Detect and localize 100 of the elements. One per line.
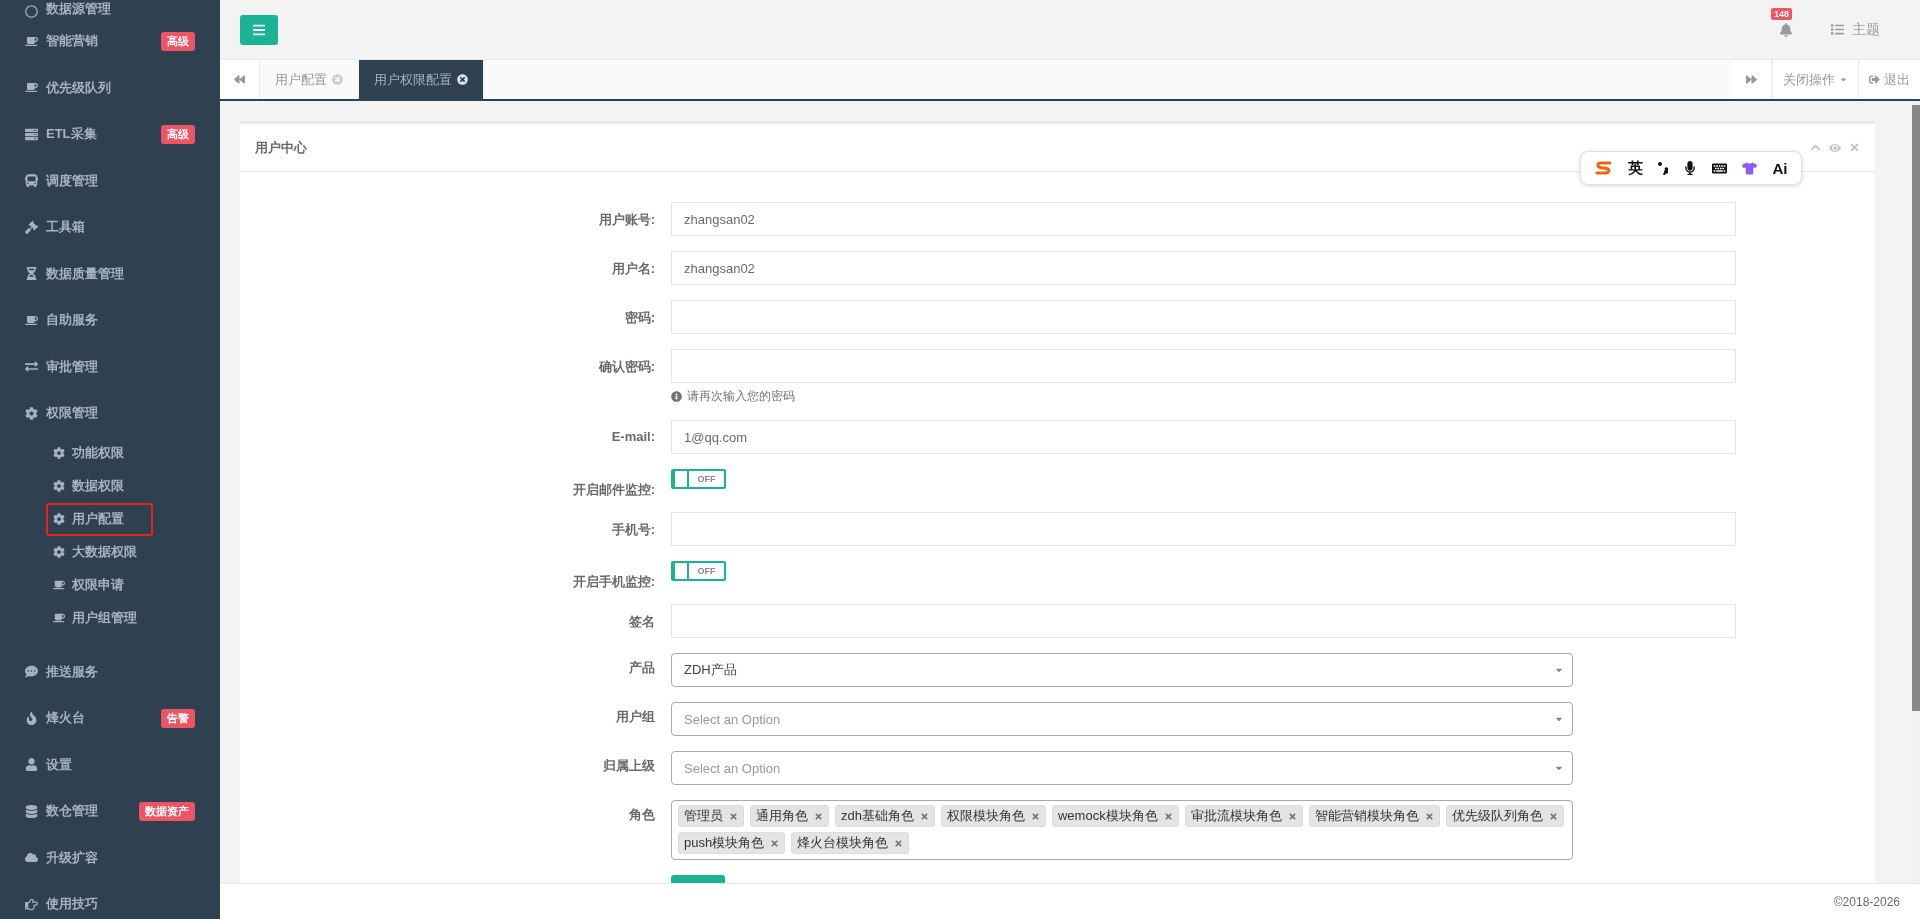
remove-icon[interactable]: [894, 838, 904, 848]
nav-subitem[interactable]: 大数据权限: [46, 535, 153, 569]
nav-subitem[interactable]: 用户组管理: [46, 601, 153, 635]
flame-icon: [25, 711, 38, 725]
menu-icon: [252, 22, 266, 37]
nav-subitem[interactable]: 用户配置: [46, 502, 153, 536]
field-label: 签名: [628, 613, 655, 631]
close-menu-button[interactable]: 关闭操作: [1772, 60, 1858, 99]
page-tab[interactable]: 用户权限配置: [359, 60, 484, 99]
nav-item[interactable]: 设置: [0, 741, 220, 788]
remove-icon[interactable]: [814, 811, 823, 821]
nav-subitem[interactable]: 数据权限: [46, 469, 153, 503]
database-icon: [25, 804, 38, 818]
remove-icon[interactable]: [1287, 811, 1297, 821]
field-label: 角色: [628, 806, 655, 824]
nav-item[interactable]: 使用技巧: [0, 881, 220, 919]
nav-item[interactable]: 权限管理: [0, 390, 220, 437]
text-field[interactable]: [671, 300, 1736, 334]
nav-subitem[interactable]: 权限申请: [46, 568, 153, 602]
forward-icon: [1746, 74, 1757, 85]
toggle-switch[interactable]: OFF: [671, 469, 726, 489]
scroll-left-button[interactable]: [220, 60, 260, 99]
cloud-icon: [25, 851, 38, 865]
text-field[interactable]: 1@qq.com: [671, 420, 1736, 454]
user-icon: [25, 758, 38, 772]
tag-label: 优先级队列角色: [1451, 807, 1543, 825]
punctuation-icon[interactable]: [1657, 161, 1668, 175]
nav-item[interactable]: 数据质量管理: [0, 250, 220, 297]
nav-item[interactable]: 工具箱: [0, 204, 220, 251]
select-field[interactable]: ZDH产品: [671, 653, 1573, 687]
language-mode[interactable]: 英: [1627, 158, 1643, 178]
remove-icon[interactable]: [1163, 811, 1173, 821]
select-field[interactable]: Select an Option: [671, 702, 1573, 736]
remove-icon[interactable]: [919, 811, 929, 821]
field-label: 用户名:: [610, 260, 655, 278]
menu-button[interactable]: [240, 14, 278, 45]
nav-badge: 数据资产: [139, 801, 195, 821]
server-icon: [25, 127, 38, 141]
text-field[interactable]: zhangsan02: [671, 251, 1736, 285]
tag-field[interactable]: 管理员 通用角色 zdh基础角色 权限模块角色 wemock模块角色 审批流模块角色 智能营销模块角色 优先级队列角色 push模块角色 烽火台模块角色: [671, 800, 1573, 860]
tag-label: 通用角色: [756, 807, 808, 825]
nav-item[interactable]: 数据源管理: [0, 0, 220, 18]
remove-icon[interactable]: [1424, 811, 1434, 821]
field-label: 开启邮件监控:: [571, 481, 655, 499]
nav-item[interactable]: 烽火台 告警: [0, 695, 220, 742]
info-icon: [671, 391, 682, 402]
gear-icon: [53, 546, 65, 558]
tag-label: 智能营销模块角色: [1314, 807, 1419, 825]
remove-icon[interactable]: [1548, 811, 1558, 821]
field-label: 手机号:: [610, 521, 655, 539]
nav-item[interactable]: 调度管理: [0, 157, 220, 204]
remove-icon[interactable]: [729, 811, 738, 821]
field-label: 用户账号:: [597, 211, 655, 229]
nav-badge: 高级: [161, 124, 195, 144]
logout-button[interactable]: 退出: [1858, 60, 1920, 99]
close-icon[interactable]: [457, 74, 468, 85]
cup-icon: [25, 313, 38, 327]
ai-label[interactable]: Ai: [1772, 159, 1788, 177]
field-label: 归属上级: [602, 757, 655, 775]
hourglass-icon: [25, 267, 38, 281]
nav-item[interactable]: 优先级队列: [0, 64, 220, 111]
nav-item[interactable]: 智能营销 高级: [0, 18, 220, 65]
nav-item[interactable]: 审批管理: [0, 343, 220, 390]
select-field[interactable]: Select an Option: [671, 751, 1573, 785]
list-icon: [1831, 23, 1844, 36]
s-logo-icon: [1594, 161, 1613, 175]
microphone-icon[interactable]: [1683, 161, 1697, 175]
copyright-text: ©2018-2026: [1833, 894, 1900, 909]
cup-icon: [53, 579, 65, 591]
cup-icon: [25, 81, 38, 95]
toggle-switch[interactable]: OFF: [671, 561, 726, 581]
exchange-icon: [25, 360, 38, 374]
tag-label: wemock模块角色: [1057, 807, 1158, 825]
tag-label: zdh基础角色: [841, 807, 914, 825]
nav-item[interactable]: 推送服务: [0, 648, 220, 695]
text-field[interactable]: [671, 349, 1736, 383]
backward-icon: [234, 74, 245, 85]
gear-icon: [25, 406, 38, 420]
nav-badge: 告警: [161, 708, 195, 728]
shirt-icon[interactable]: [1742, 160, 1758, 176]
nav-subitem[interactable]: 功能权限: [46, 436, 153, 470]
cup-icon: [53, 612, 65, 624]
text-field[interactable]: zhangsan02: [671, 202, 1736, 236]
hand-pointer-icon: [25, 897, 38, 911]
nav-badge: 高级: [161, 31, 195, 51]
remove-icon[interactable]: [1030, 811, 1040, 821]
nav-item[interactable]: 数仓管理 数据资产: [0, 788, 220, 835]
scroll-right-button[interactable]: [1732, 60, 1772, 99]
theme-link[interactable]: 主题: [1831, 20, 1880, 39]
nav-item[interactable]: 升级扩容: [0, 834, 220, 881]
text-field[interactable]: [671, 604, 1736, 638]
nav-item[interactable]: ETL采集 高级: [0, 111, 220, 158]
field-label: 密码:: [623, 309, 655, 327]
caret-icon: [1839, 75, 1848, 84]
field-label: E-mail:: [610, 428, 655, 446]
nav-item[interactable]: 自助服务: [0, 297, 220, 344]
cup-icon: [25, 34, 38, 48]
gavel-icon: [25, 220, 38, 234]
text-field[interactable]: [671, 512, 1736, 546]
remove-icon[interactable]: [770, 838, 780, 848]
